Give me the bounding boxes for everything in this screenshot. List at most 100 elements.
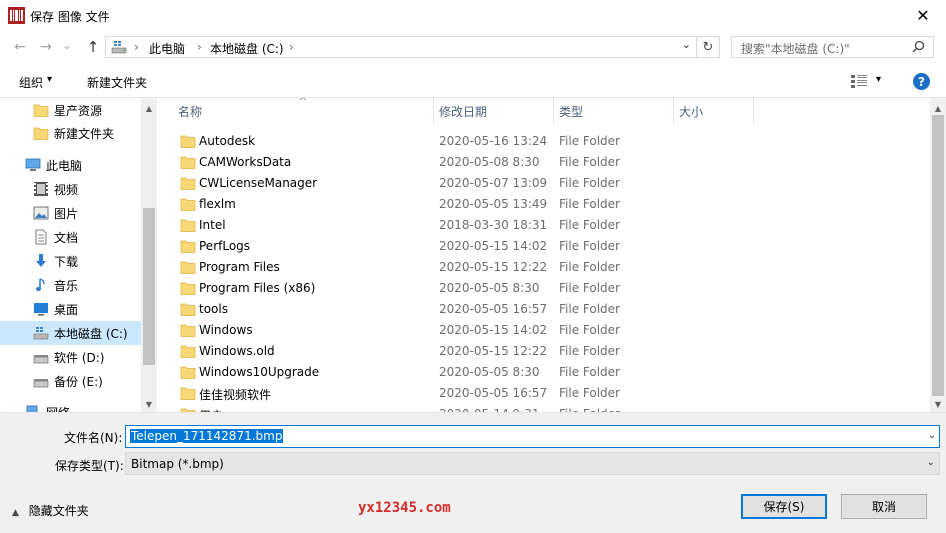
forward-button[interactable]: → [36,36,56,58]
sidebar-item-label: 音乐 [54,278,79,293]
scrollbar-thumb[interactable] [932,115,944,396]
sidebar-item-star-resources[interactable]: 星产资源 [0,98,141,122]
folder-icon [180,345,196,358]
address-bar[interactable]: › 此电脑 › 本地磁盘 (C:) › ⌄ [105,36,697,58]
up-button[interactable]: ↑ [83,36,103,58]
sidebar-item-label: 本地磁盘 (C:) [54,326,128,341]
folder-icon [180,198,196,211]
filetype-select[interactable]: Bitmap (*.bmp) ⌄ [125,452,940,475]
save-button[interactable]: 保存(S) [741,494,827,519]
navigation-pane: 星产资源 新建文件夹 此电脑 视频 图片 文档 下载 音乐 桌面 本地磁盘 (C… [0,98,157,412]
file-name: PerfLogs [199,239,251,253]
file-type: File Folder [559,365,620,379]
column-header-name[interactable]: 名称 [158,98,434,124]
filename-input[interactable]: Telepen_171142871.bmp ⌄ [125,425,940,448]
scroll-up-icon[interactable]: ▲ [930,100,946,116]
sidebar-item-new-folder[interactable]: 新建文件夹 [0,121,141,145]
folder-icon [180,282,196,295]
sidebar-item-downloads[interactable]: 下载 [0,249,141,273]
search-input[interactable]: 搜索"本地磁盘 (C:)" [731,36,934,58]
drive-icon [33,355,49,364]
table-row[interactable]: Program Files 2020-05-15 12:22 File Folder [158,257,930,278]
chevron-down-icon[interactable]: ⌄ [927,457,935,468]
window-title: 保存 图像 文件 [30,10,110,24]
table-row[interactable]: Windows 2020-05-15 14:02 File Folder [158,320,930,341]
file-date: 2020-05-15 14:02 [439,239,548,253]
table-row[interactable]: Autodesk 2020-05-16 13:24 File Folder [158,131,930,152]
table-row[interactable]: Windows10Upgrade 2020-05-05 8:30 File Fold… [158,362,930,383]
new-folder-button[interactable]: 新建文件夹 [87,74,147,91]
scroll-down-icon[interactable]: ▼ [930,396,946,412]
table-row[interactable]: 用户2020-05-14 9:31File Folder [158,404,930,412]
view-options-icon[interactable] [851,74,867,88]
sidebar-item-network[interactable]: 网络 [0,400,141,412]
sidebar-item-label: 文档 [54,230,79,245]
column-header-date[interactable]: 修改日期 [434,98,554,124]
table-row[interactable]: Intel 2018-03-30 18:31 File Folder [158,215,930,236]
file-type: File Folder [559,344,620,358]
table-row[interactable]: CWLicenseManager 2020-05-07 13:09 File Fol… [158,173,930,194]
filetype-value: Bitmap (*.bmp) [131,457,224,471]
file-name: Windows.old [199,344,275,358]
file-list-scrollbar[interactable]: ▲ ▼ [930,98,946,412]
hide-folders-toggle[interactable]: ▲ 隐藏文件夹 [12,502,89,519]
recent-locations-button[interactable]: ⌄ [60,34,74,56]
search-placeholder: 搜索"本地磁盘 (C:)" [741,42,850,56]
sidebar-item-label: 视频 [54,182,79,197]
sidebar-item-label: 桌面 [54,302,79,317]
sidebar-item-drive-e[interactable]: 备份 (E:) [0,369,141,393]
app-icon [8,7,25,24]
refresh-button[interactable]: ↻ [697,36,720,58]
sidebar-item-music[interactable]: 音乐 [0,273,141,297]
file-name: tools [199,302,228,316]
chevron-down-icon[interactable]: ⌄ [928,430,936,441]
file-type: File Folder [559,134,620,148]
file-date: 2018-03-30 18:31 [439,218,548,232]
sidebar-item-pictures[interactable]: 图片 [0,201,141,225]
table-row[interactable]: Windows.old 2020-05-15 12:22 File Folder [158,341,930,362]
pictures-icon [33,206,49,220]
sort-ascending-icon: ^ [298,98,308,108]
column-header-size[interactable]: 大小 [674,98,754,124]
sidebar-item-videos[interactable]: 视频 [0,177,141,201]
file-date: 2020-05-05 8:30 [439,365,540,379]
file-type: File Folder [559,176,620,190]
folder-icon [33,104,49,117]
drive-icon [111,41,127,54]
sidebar-item-local-disk-c[interactable]: 本地磁盘 (C:) [0,321,141,345]
table-row[interactable]: flexlm 2020-05-05 13:49 File Folder [158,194,930,215]
file-date: 2020-05-16 13:24 [439,134,548,148]
scroll-down-icon[interactable]: ▼ [141,396,157,412]
desktop-icon [34,303,48,316]
scrollbar-thumb[interactable] [143,208,155,365]
sidebar-scrollbar[interactable]: ▲ ▼ [141,98,157,412]
sidebar-item-documents[interactable]: 文档 [0,225,141,249]
column-header-label: 类型 [559,104,584,119]
close-button[interactable]: ✕ [900,0,946,31]
address-dropdown-icon[interactable]: ⌄ [682,38,691,51]
table-row[interactable]: Program Files (x86) 2020-05-05 8:30 File F… [158,278,930,299]
breadcrumb-separator: › [197,40,202,54]
cancel-button[interactable]: 取消 [841,494,927,519]
download-icon [36,254,46,267]
sidebar-item-label: 新建文件夹 [54,126,115,141]
scroll-up-icon[interactable]: ▲ [141,100,157,116]
video-icon [34,182,48,196]
folder-icon [180,240,196,253]
sidebar-item-this-pc[interactable]: 此电脑 [0,153,141,177]
table-row[interactable]: tools 2020-05-05 16:57 File Folder [158,299,930,320]
breadcrumb-item-local-disk[interactable]: 本地磁盘 (C:) [210,40,284,57]
help-icon[interactable]: ? [913,73,930,90]
view-caret-icon[interactable]: ▾ [876,74,881,85]
network-icon [26,405,38,412]
sidebar-item-drive-d[interactable]: 软件 (D:) [0,345,141,369]
column-header-type[interactable]: 类型 [554,98,674,124]
sidebar-item-desktop[interactable]: 桌面 [0,297,141,321]
table-row[interactable]: 佳佳视频软件 2020-05-05 16:57 File Folder [158,383,930,404]
breadcrumb-item-this-pc[interactable]: 此电脑 [149,40,185,57]
back-button[interactable]: ← [10,36,30,58]
table-row[interactable]: PerfLogs 2020-05-15 14:02 File Folder [158,236,930,257]
folder-icon [180,366,196,379]
organize-button[interactable]: 组织 [19,74,43,91]
table-row[interactable]: CAMWorksData 2020-05-08 8:30 File Folder [158,152,930,173]
